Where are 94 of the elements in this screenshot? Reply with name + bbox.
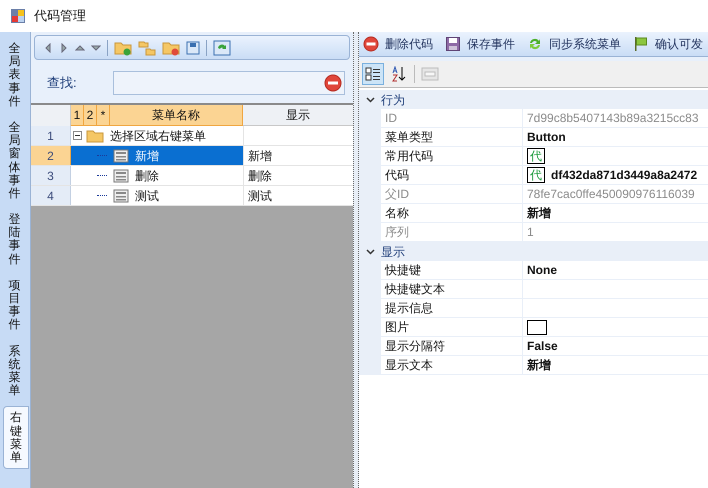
toolbar-button[interactable]: 删除代码 (363, 35, 433, 53)
tree-label: 新增 (135, 148, 159, 164)
property-value-cell[interactable]: 代 df432da871d3449a8a2472 (523, 166, 708, 185)
column-header[interactable]: 显示 (243, 105, 353, 126)
side-tab[interactable]: 系统菜单 (0, 340, 29, 402)
tree-cell[interactable]: 测试 (71, 186, 243, 205)
property-value-cell[interactable]: 新增 (523, 356, 708, 375)
property-value: 1 (527, 224, 534, 241)
search-label: 查找: (47, 74, 78, 92)
toolbar-button[interactable]: 确认可发 (633, 35, 703, 53)
menu-item-icon (113, 188, 129, 202)
property-name[interactable]: 常用代码 (381, 147, 523, 166)
up-icon[interactable] (75, 42, 85, 52)
property-value-cell[interactable]: False (523, 337, 708, 356)
code-badge: 代 (527, 167, 545, 183)
refresh-icon (527, 36, 543, 52)
property-name[interactable]: 快捷键文本 (381, 280, 523, 299)
side-tab[interactable]: 项目事件 (0, 274, 29, 336)
side-tab[interactable]: 全局表事件 (0, 38, 29, 112)
code-badge: 代 (527, 148, 545, 164)
property-value: False (527, 338, 558, 355)
property-name[interactable]: 图片 (381, 318, 523, 337)
property-value-cell[interactable] (523, 318, 708, 337)
property-name[interactable]: 快捷键 (381, 261, 523, 280)
side-tab[interactable]: 右键菜单 (3, 406, 29, 470)
stop-icon (363, 36, 379, 52)
side-tab[interactable]: 全局窗体事件 (0, 116, 29, 204)
property-value: None (527, 262, 557, 279)
tree-label: 选择区域右键菜单 (110, 128, 206, 144)
row-number: 3 (31, 166, 71, 185)
splitter[interactable] (353, 32, 359, 488)
property-name[interactable]: 显示分隔符 (381, 337, 523, 356)
chevron-icon[interactable] (366, 247, 374, 256)
property-name[interactable]: 提示信息 (381, 299, 523, 318)
save-icon (445, 36, 461, 52)
category-label: 行为 (381, 92, 405, 108)
property-value-cell[interactable]: 新增 (523, 204, 708, 223)
property-value: 78fe7cac0ffe450090976116039 (527, 186, 695, 203)
table-cell: 测试 (243, 186, 353, 205)
tree-line (97, 175, 107, 176)
table-cell: 新增 (243, 146, 353, 165)
property-value: 新增 (527, 205, 551, 222)
table-cell: 删除 (243, 166, 353, 185)
search-field[interactable] (113, 71, 345, 95)
app-icon (10, 8, 26, 24)
flag-icon (633, 36, 649, 52)
row-number: 1 (31, 126, 71, 145)
previous-icon[interactable] (43, 42, 53, 52)
categorized-icon (365, 66, 381, 82)
property-name[interactable]: 代码 (381, 166, 523, 185)
property-value-cell[interactable]: Button (523, 128, 708, 147)
column-header[interactable]: 1 (71, 105, 84, 126)
column-header[interactable]: 菜单名称 (110, 105, 243, 126)
next-icon[interactable] (59, 42, 69, 52)
property-pages-icon (421, 66, 439, 82)
property-value-cell[interactable]: None (523, 261, 708, 280)
property-value: df432da871d3449a8a2472 (551, 167, 698, 184)
clear-icon[interactable] (324, 74, 342, 92)
add-folder-icon[interactable] (114, 40, 132, 56)
folder-icon (86, 128, 104, 142)
tree-line (97, 155, 107, 156)
chevron-icon[interactable] (366, 95, 374, 104)
property-name[interactable]: 显示文本 (381, 356, 523, 375)
property-name[interactable]: 菜单类型 (381, 128, 523, 147)
down-icon[interactable] (91, 42, 101, 52)
collapse-icon[interactable] (73, 131, 82, 140)
tree-cell[interactable]: 删除 (71, 166, 243, 185)
tree-label: 删除 (135, 168, 159, 184)
tree-cell[interactable]: 新增 (71, 146, 243, 165)
tree-cell[interactable]: 选择区域右键菜单 (71, 126, 243, 145)
tree-line (97, 195, 107, 196)
categorized-button[interactable] (362, 63, 384, 85)
side-tab[interactable]: 登陆事件 (0, 209, 29, 270)
menu-item-icon (113, 148, 129, 162)
column-header[interactable]: * (97, 105, 110, 126)
property-value: Button (527, 129, 566, 146)
category-label: 显示 (381, 244, 405, 260)
toolbar-button[interactable]: 同步系统菜单 (527, 35, 621, 53)
row-number: 4 (31, 186, 71, 205)
menu-item-icon (113, 168, 129, 182)
toolbar-button[interactable]: 保存事件 (445, 35, 515, 53)
property-value-cell[interactable]: 代 (523, 147, 708, 166)
tree-label: 测试 (135, 188, 159, 204)
property-value: 7d99c8b5407143b89a3215cc83 (527, 110, 698, 127)
remove-folder-icon[interactable] (162, 40, 180, 56)
sort-icon (391, 66, 407, 82)
property-value: 新增 (527, 357, 551, 374)
row-number: 2 (31, 146, 71, 165)
window-title: 代码管理 (34, 7, 86, 26)
column-header[interactable]: 2 (84, 105, 97, 126)
image-swatch[interactable] (527, 320, 547, 334)
save-icon[interactable] (186, 40, 200, 54)
refresh-icon[interactable] (213, 40, 231, 56)
property-name[interactable]: 名称 (381, 204, 523, 223)
